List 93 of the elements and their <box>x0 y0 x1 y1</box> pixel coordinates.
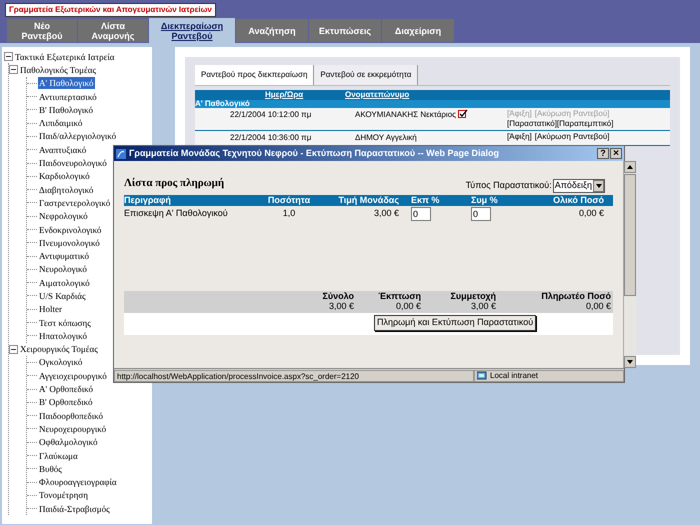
tree-item[interactable]: Αιματολογικό <box>38 276 91 289</box>
column-header[interactable]: Ολικό Ποσό <box>519 194 604 206</box>
tree-item[interactable]: Καρδιολογικό <box>38 170 91 182</box>
subtab[interactable]: Ραντεβού προς διεκπεραίωση <box>195 65 314 85</box>
select-field[interactable]: Απόδειξη <box>552 178 605 192</box>
intranet-icon <box>477 371 487 380</box>
column-header[interactable]: Ονοματεπώνυμο <box>345 89 410 101</box>
tab[interactable]: Διεκπεραίωση Ραντεβού <box>149 18 235 43</box>
subtab[interactable]: Ραντεβού σε εκκρεμότητα <box>314 65 418 85</box>
tree-item[interactable]: Ενδοκρινολογικό <box>38 224 102 236</box>
table-cell-text: Επισκεψη Α' Παθολογικού <box>124 206 229 220</box>
tab[interactable]: Διαχείριση <box>382 19 454 42</box>
tree-item[interactable]: Ογκολογικό <box>38 356 84 368</box>
collapse-toggle-icon[interactable] <box>9 344 18 354</box>
tree-item[interactable]: Χειρουργικός Τομέας <box>19 343 99 356</box>
collapse-toggle-icon[interactable] <box>4 52 13 62</box>
tree-item[interactable]: Ηπατολογικό <box>38 330 88 342</box>
window-icon <box>116 148 126 158</box>
tree-item[interactable]: Α' Ορθοπεδικό <box>38 383 94 396</box>
tree-item[interactable]: Αντιυπερτασικό <box>38 90 98 103</box>
tree-item[interactable]: Νευροχειρουργικό <box>38 422 108 435</box>
tree-item[interactable]: Τεστ κόπωσης <box>38 316 92 329</box>
tab[interactable]: Λίστα Αναμονής <box>78 19 148 42</box>
scrollbar[interactable] <box>623 161 636 368</box>
tree-item[interactable]: Τονομέτρηση <box>38 489 89 502</box>
totals-label: Συμμετοχή <box>450 291 496 301</box>
table-cell-text: 22/1/2004 10:12:00 πμ <box>229 109 312 121</box>
tree-item[interactable]: Παιδοορθοπεδικό <box>38 410 104 422</box>
number-input-field[interactable]: 0 <box>471 206 491 220</box>
totals-label: Έκπτωση <box>378 291 421 301</box>
action-link[interactable]: [Ακύρωση Ραντεβού] <box>534 132 610 144</box>
tree-item[interactable]: Παθολογικός Τομέας <box>19 64 98 76</box>
app-title: Γραμματεία Εξωτερικών και Απογευματινών Ιατρείων <box>5 3 216 17</box>
zone-label: Local intranet <box>490 370 538 382</box>
tab[interactable]: Νέο Ραντεβού <box>7 19 77 42</box>
tree-item[interactable]: Παιδ/αλλεργιολογικό <box>38 130 118 142</box>
tree-item[interactable]: Οφθαλμολογικό <box>38 436 99 448</box>
tree-item[interactable]: Α' Παθολογικό <box>38 77 94 90</box>
tree-item[interactable]: Αντιφυματικό <box>38 250 90 262</box>
totals-value: 3,00 € <box>328 301 354 311</box>
column-header[interactable]: Συμ % <box>459 194 519 206</box>
tree-item[interactable]: Β' Παθολογικό <box>38 104 94 116</box>
pay-and-print-button[interactable]: Πληρωμή και Εκτύπωση Παραστατικού <box>374 315 536 331</box>
tree-item[interactable]: Πνευμονολογικό <box>38 236 101 249</box>
scroll-up-icon[interactable] <box>624 161 636 173</box>
close-button[interactable]: × <box>610 148 622 159</box>
tree-item[interactable]: Λιπιδαιμικό <box>38 117 84 130</box>
tree-item[interactable]: Βυθός <box>38 462 63 475</box>
column-header[interactable]: Εκπ % <box>399 194 459 206</box>
totals-label: Πληρωτέο Ποσό <box>541 291 611 301</box>
status-url: http://localhost/WebApplication/processInvoice.aspx?sc_order=2120 <box>114 370 474 382</box>
scroll-thumb[interactable] <box>624 174 636 296</box>
tree-item[interactable]: Αναπτυξιακό <box>38 144 88 156</box>
tab[interactable]: Εκτυπώσεις <box>309 19 381 42</box>
scroll-down-icon[interactable] <box>624 356 636 368</box>
column-header[interactable]: Τιμή Μονάδας <box>329 194 399 206</box>
action-link[interactable]: [Παραπεμπτικό] <box>556 119 614 129</box>
group-header: Α' Παθολογικό <box>195 100 670 108</box>
tree-item[interactable]: Φλουροαγγειογραφία <box>38 476 118 488</box>
number-input-field[interactable]: 0 <box>411 206 431 220</box>
table-cell-text: 3,00 € <box>372 206 399 220</box>
tree-item[interactable]: Παιδονευρολογικό <box>38 157 108 170</box>
totals-value: 0,00 € <box>586 301 611 311</box>
table-cell-text: 0,00 € <box>578 206 604 220</box>
column-header[interactable]: Περιγραφή <box>124 194 249 206</box>
tree-item[interactable]: Γαστρεντερολογικό <box>38 196 112 209</box>
dialog-heading: Λίστα προς πληρωμή <box>124 176 224 191</box>
collapse-toggle-icon[interactable] <box>9 65 18 74</box>
action-link[interactable]: [Παραστατικό] <box>507 119 557 129</box>
tree-item[interactable]: Τακτικά Εξωτερικά Ιατρεία <box>14 50 116 63</box>
tab[interactable]: Αναζήτηση <box>236 19 308 42</box>
table-cell: ΑΚΟΥΜΙΑΝΑΚΗΣ Νεκτάριος <box>355 109 456 121</box>
tree-item[interactable]: Διαβητολογικό <box>38 184 94 196</box>
tree-item[interactable]: Νεφρολογικό <box>38 210 89 222</box>
table-cell: ΔΗΜΟΥ Αγγελική <box>355 132 417 144</box>
table-cell-text: 1,0 <box>282 206 296 220</box>
column-header[interactable]: Ημερ/Ώρα <box>195 89 345 101</box>
table-cell-text: 22/1/2004 10:36:00 πμ <box>229 132 312 144</box>
tree-item[interactable]: Παιδιά-Στραβισμός <box>38 502 111 515</box>
field-label: Τύπος Παραστατικού: <box>466 178 552 192</box>
tree-item[interactable]: Β' Ορθοπεδικό <box>38 396 94 408</box>
tree-item[interactable]: Holter <box>38 303 63 316</box>
dialog-title: Γραμματεία Μονάδας Τεχνητού Νεφρού - Εκτύπωση Παραστατικού -- Web Page Dialog <box>129 146 500 160</box>
tree-item[interactable]: Αγγειοχειρουργικό <box>38 370 108 382</box>
totals-value: 3,00 € <box>470 301 496 311</box>
tree-item[interactable]: U/S Καρδιάς <box>38 290 87 302</box>
totals-label: Σύνολο <box>322 291 354 301</box>
totals-value: 0,00 € <box>396 301 421 311</box>
help-button[interactable]: ? <box>597 148 609 159</box>
tree-item[interactable]: Νευρολογικό <box>38 263 88 276</box>
tree-item[interactable]: Γλαύκωμα <box>38 450 79 462</box>
action-link[interactable]: [Άφιξη] <box>507 132 532 144</box>
column-header[interactable]: Ποσότητα <box>249 194 329 206</box>
